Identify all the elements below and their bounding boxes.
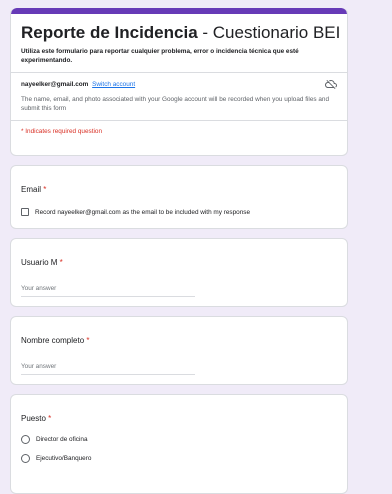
puesto-question-card: Puesto * Director de oficina Ejecutivo/B… <box>10 394 348 494</box>
checkbox-label: Record nayeelker@gmail.com as the email … <box>35 208 250 216</box>
divider <box>11 120 347 121</box>
usuario-question-card: Usuario M * Your answer <box>10 238 348 307</box>
switch-account-link[interactable]: Switch account <box>92 81 135 88</box>
usuario-input[interactable]: Your answer <box>21 285 195 297</box>
radio-button[interactable] <box>21 435 30 444</box>
email-question-card: Email * Record nayeelker@gmail.com as th… <box>10 165 348 229</box>
header-accent-bar <box>11 8 347 14</box>
puesto-option[interactable]: Director de oficina <box>21 435 347 444</box>
divider <box>11 72 347 73</box>
required-note: * Indicates required question <box>21 128 103 135</box>
option-label: Director de oficina <box>36 436 88 443</box>
account-email: nayeelker@gmail.com <box>21 80 89 88</box>
form-description: Utiliza este formulario para reportar cu… <box>21 48 299 64</box>
account-row: nayeelker@gmail.com Switch account <box>21 78 337 90</box>
form-title: Reporte de Incidencia - Cuestionario BEI <box>21 23 341 42</box>
radio-button[interactable] <box>21 454 30 463</box>
cloud-off-icon[interactable] <box>325 78 337 90</box>
question-label: Email * <box>21 185 47 194</box>
question-label: Puesto * <box>21 414 52 423</box>
puesto-option[interactable]: Ejecutivo/Banquero <box>21 454 347 463</box>
option-label: Ejecutivo/Banquero <box>36 455 92 462</box>
question-label: Usuario M * <box>21 258 63 267</box>
nombre-input[interactable]: Your answer <box>21 363 195 375</box>
record-email-checkbox-row[interactable]: Record nayeelker@gmail.com as the email … <box>21 208 347 216</box>
question-label: Nombre completo * <box>21 336 90 345</box>
form-header-card: Reporte de Incidencia - Cuestionario BEI… <box>10 8 348 156</box>
recording-notice: The name, email, and photo associated wi… <box>21 96 330 112</box>
record-email-checkbox[interactable] <box>21 208 29 216</box>
nombre-question-card: Nombre completo * Your answer <box>10 316 348 385</box>
